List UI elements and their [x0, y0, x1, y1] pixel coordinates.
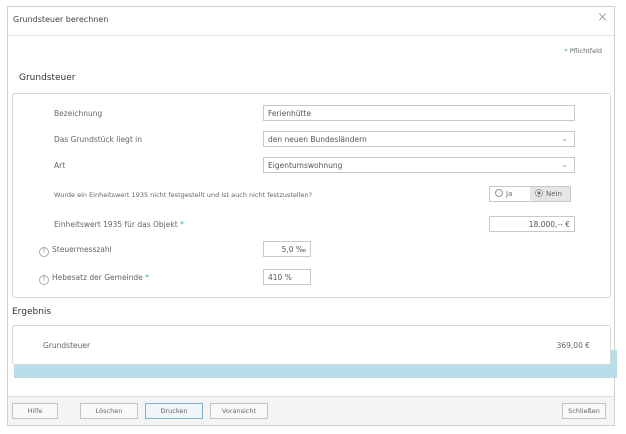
option-nein-label: Nein — [546, 190, 562, 198]
hilfe-button[interactable]: Hilfe — [12, 403, 58, 419]
radio-icon — [535, 189, 543, 197]
einheitswert-frage-toggle: Ja Nein — [489, 186, 571, 202]
section-heading-grundsteuer: Grundsteuer — [19, 73, 76, 83]
einheitswert-frage-label: Wurde ein Einheitswert 1935 nicht festge… — [54, 191, 313, 199]
art-label: Art — [54, 161, 66, 170]
radio-icon — [495, 189, 503, 197]
option-ja-label: Ja — [506, 190, 513, 198]
section-heading-ergebnis: Ergebnis — [12, 307, 52, 317]
steuermesszahl-label-text: Steuermesszahl — [52, 245, 112, 254]
grundsteuer-result-label: Grundsteuer — [43, 341, 91, 350]
option-nein[interactable]: Nein — [530, 187, 570, 201]
grundstueck-value: den neuen Bundesländern — [268, 135, 367, 144]
required-marker: * — [564, 47, 568, 55]
einheitswert-label: Einheitswert 1935 für das Objekt * — [54, 220, 184, 229]
ergebnis-panel: Grundsteuer 369,00 € — [12, 325, 611, 365]
hebesatz-label: ? Hebesatz der Gemeinde * — [39, 273, 149, 285]
option-ja[interactable]: Ja — [490, 187, 530, 201]
einheitswert-input[interactable]: 18.000,-- € — [489, 216, 575, 232]
bezeichnung-input[interactable]: Ferienhütte — [263, 105, 575, 121]
required-marker: * — [180, 220, 184, 229]
grundsteuer-result-value: 369,00 € — [556, 341, 590, 350]
hebesatz-input[interactable]: 410 % — [263, 269, 311, 285]
schliessen-button[interactable]: Schließen — [562, 403, 606, 419]
required-note: * Pflichtfeld — [564, 47, 602, 55]
dialog-footer: Hilfe Löschen Drucken Voransicht Schließ… — [8, 396, 614, 425]
required-marker: * — [145, 273, 149, 282]
steuermesszahl-label: ? Steuermesszahl — [39, 245, 112, 257]
bezeichnung-label: Bezeichnung — [54, 109, 103, 118]
dialog-titlebar: Grundsteuer berechnen × — [8, 7, 614, 36]
grundsteuer-dialog: Grundsteuer berechnen × * Pflichtfeld Gr… — [7, 6, 617, 426]
required-note-text: Pflichtfeld — [569, 47, 602, 55]
voransicht-button[interactable]: Voransicht — [210, 403, 268, 419]
einheitswert-label-text: Einheitswert 1935 für das Objekt — [54, 220, 178, 229]
chevron-down-icon: ⌄ — [561, 134, 568, 143]
art-select[interactable]: Eigentumswohnung ⌄ — [263, 157, 575, 173]
dialog-title: Grundsteuer berechnen — [13, 15, 109, 24]
art-value: Eigentumswohnung — [268, 161, 343, 170]
loeschen-button[interactable]: Löschen — [80, 403, 138, 419]
chevron-down-icon: ⌄ — [561, 160, 568, 169]
hebesatz-label-text: Hebesatz der Gemeinde — [52, 273, 143, 282]
grundstueck-label: Das Grundstück liegt in — [54, 135, 142, 144]
close-icon[interactable]: × — [597, 11, 608, 25]
drucken-button[interactable]: Drucken — [145, 403, 203, 419]
grundstueck-select[interactable]: den neuen Bundesländern ⌄ — [263, 131, 575, 147]
grundsteuer-panel: Bezeichnung Ferienhütte Das Grundstück l… — [12, 93, 617, 378]
help-icon[interactable]: ? — [39, 275, 49, 285]
steuermesszahl-input[interactable]: 5,0 ‰ — [263, 241, 311, 257]
help-icon[interactable]: ? — [39, 247, 49, 257]
